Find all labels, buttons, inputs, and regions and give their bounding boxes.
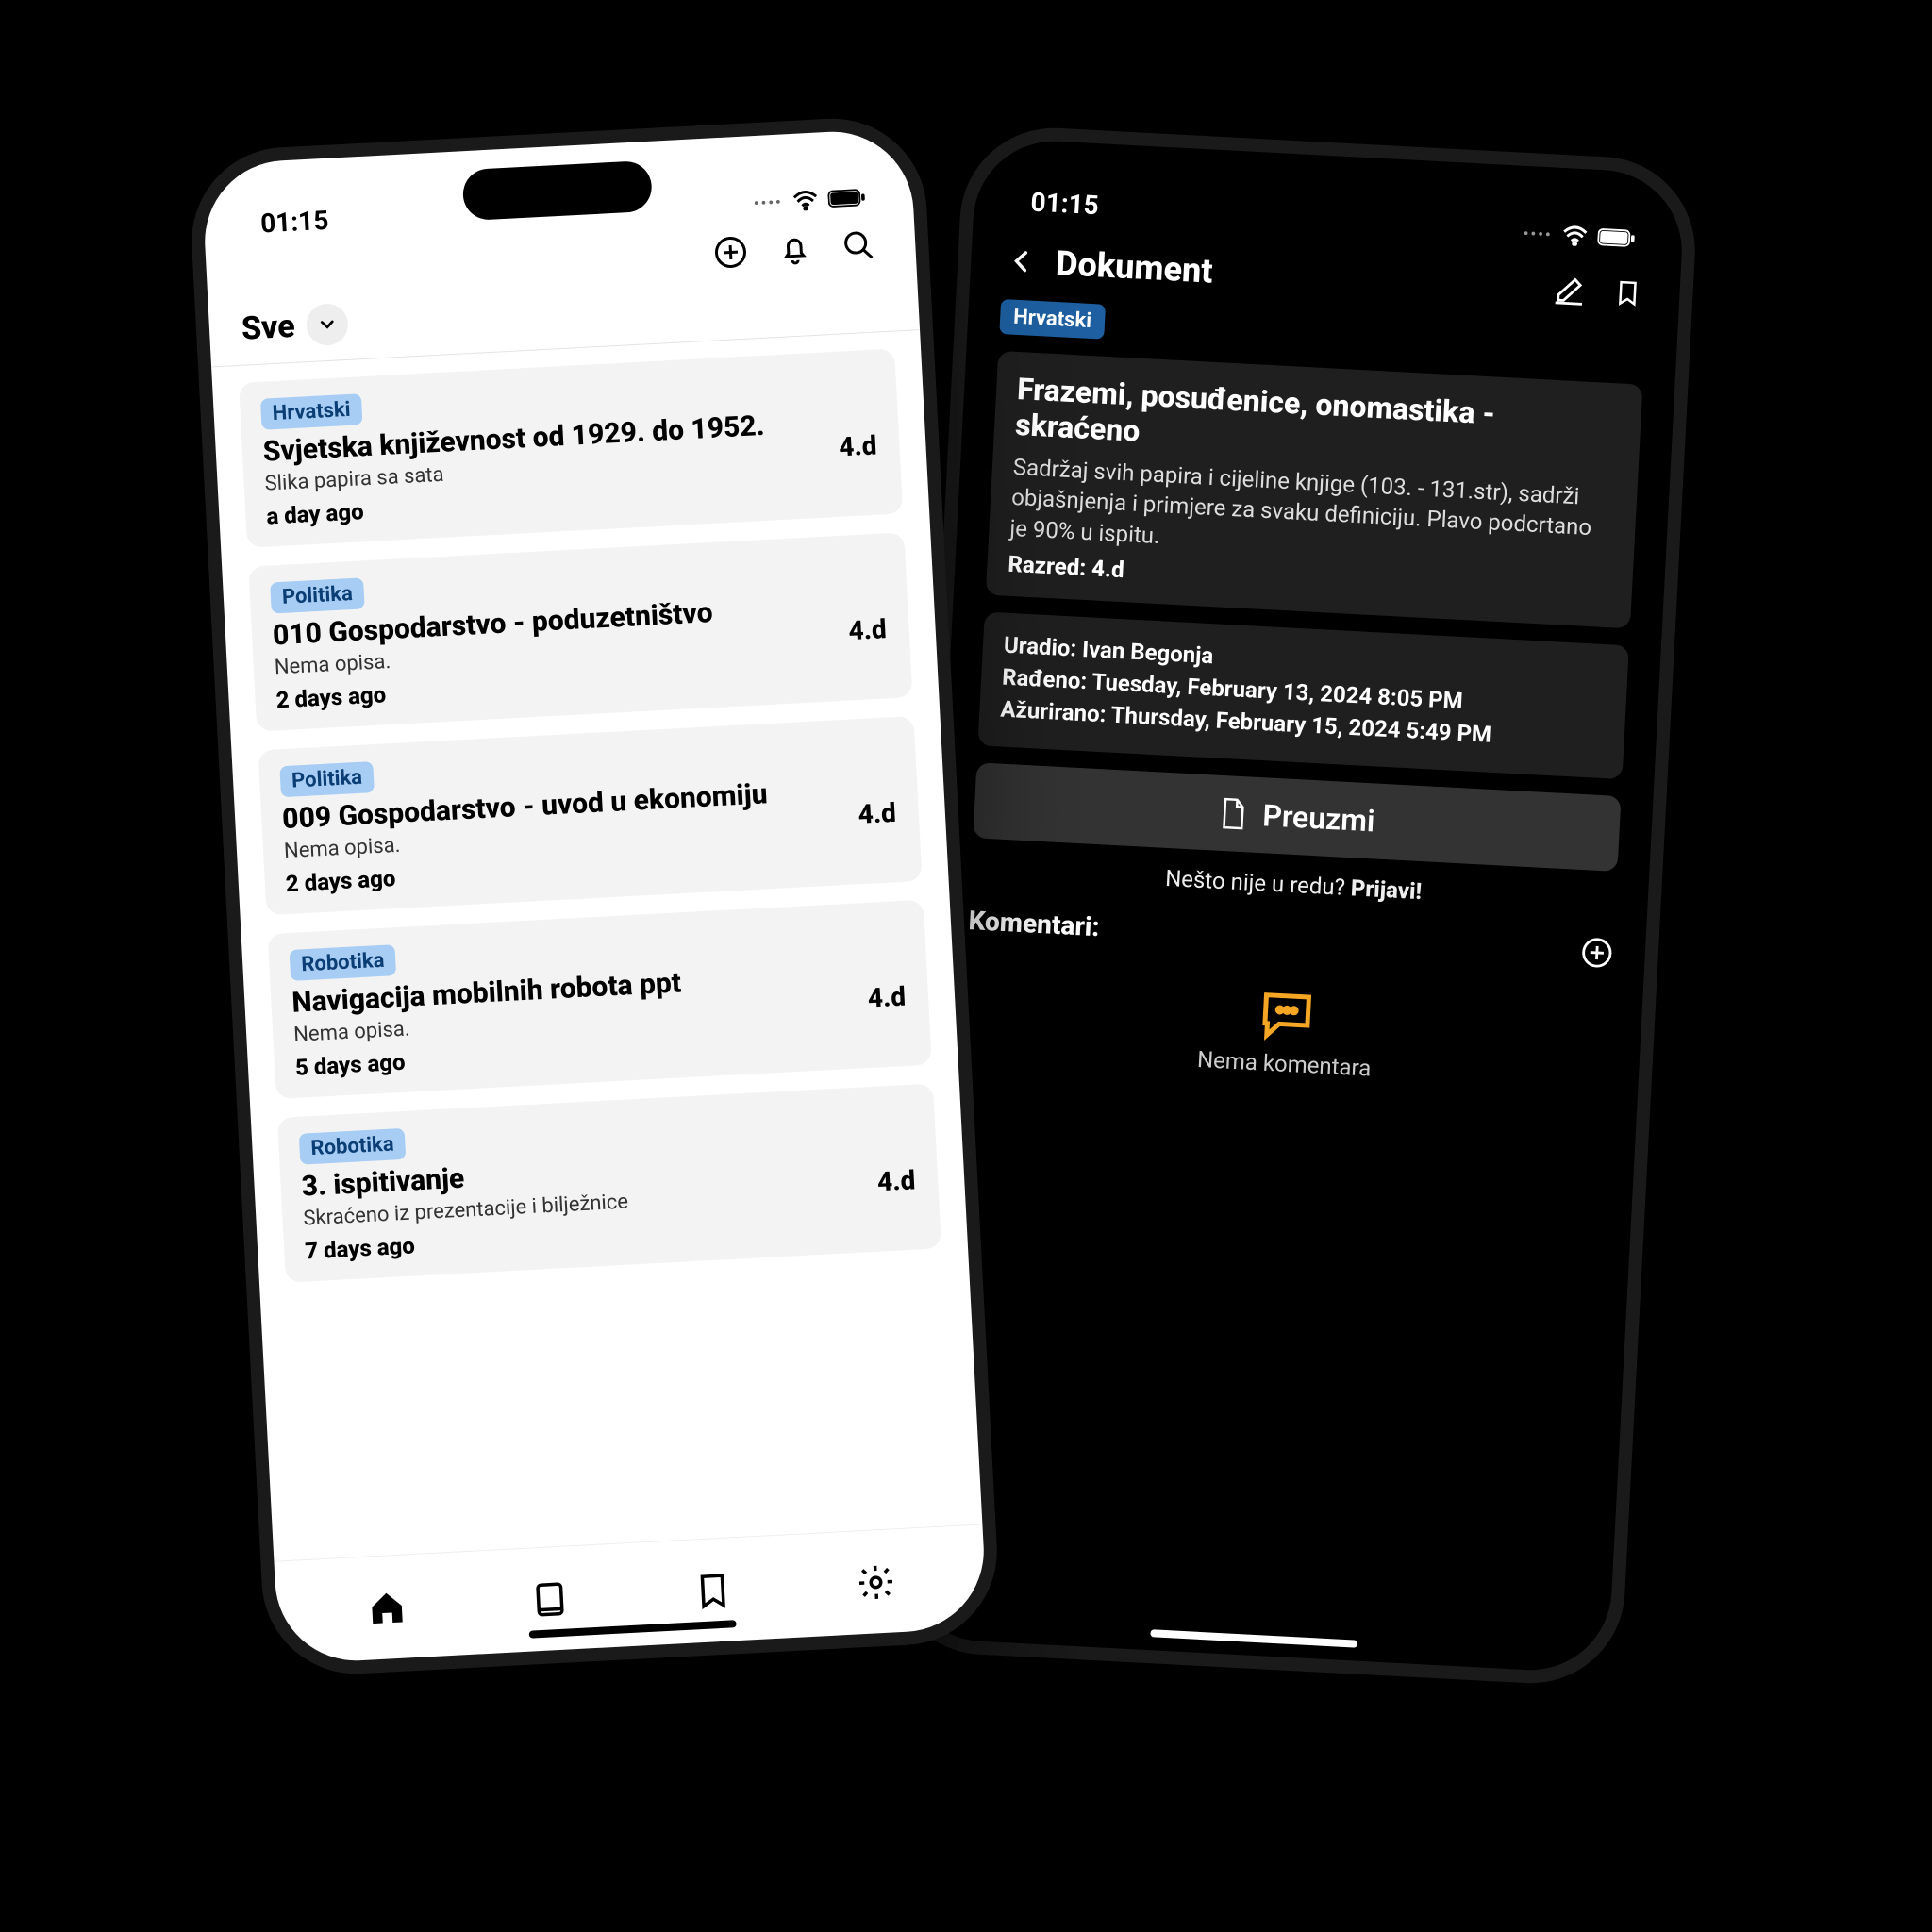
document-meta-card: Uradio: Ivan Begonja Rađeno: Tuesday, Fe… — [977, 612, 1628, 780]
comments-label: Komentari: — [968, 905, 1101, 942]
signal-dots-icon: •••• — [1523, 224, 1553, 243]
download-button[interactable]: Preuzmi — [973, 762, 1621, 872]
card-grade: 4.d — [858, 796, 897, 829]
card-grade: 4.d — [876, 1164, 916, 1197]
nav-settings-icon[interactable] — [855, 1561, 896, 1603]
nav-bookmarks-icon[interactable] — [691, 1570, 733, 1611]
card-grade: 4.d — [867, 980, 907, 1013]
home-indicator — [1150, 1629, 1357, 1648]
notch — [1234, 170, 1425, 230]
card-tag: Robotika — [299, 1128, 407, 1165]
card-tag: Politika — [279, 761, 374, 797]
back-icon[interactable] — [1008, 247, 1036, 275]
add-icon[interactable] — [713, 235, 749, 271]
feed-card[interactable]: Robotika3. ispitivanjeSkraćeno iz prezen… — [277, 1083, 941, 1282]
phone-dark-mockup: 01:15 •••• Dokument — [885, 124, 1700, 1689]
filter-label: Sve — [241, 308, 296, 348]
card-tag: Robotika — [290, 944, 397, 981]
notch — [462, 160, 654, 221]
chevron-down-icon — [316, 313, 338, 335]
phone-light-mockup: 01:15 •••• — [187, 114, 1002, 1679]
filter-dropdown-button[interactable] — [305, 303, 348, 346]
bell-icon[interactable] — [776, 231, 812, 267]
status-time: 01:15 — [1030, 186, 1100, 221]
edit-icon[interactable] — [1553, 274, 1587, 308]
comment-icon — [1257, 987, 1316, 1042]
card-grade: 4.d — [848, 613, 888, 646]
feed-card[interactable]: RobotikaNavigacija mobilnih robota pptNe… — [268, 900, 932, 1099]
feed-card[interactable]: HrvatskiSvjetska književnost od 1929. do… — [239, 349, 903, 548]
wifi-icon — [791, 190, 819, 211]
page-title: Dokument — [1055, 243, 1213, 291]
subject-tag: Hrvatski — [999, 299, 1106, 340]
no-comments-placeholder: Nema komentara — [961, 972, 1610, 1094]
feed-card[interactable]: Politika009 Gospodarstvo - uvod u ekonom… — [258, 716, 922, 915]
wifi-icon — [1561, 225, 1589, 246]
download-label: Preuzmi — [1261, 797, 1375, 839]
battery-icon — [827, 188, 866, 208]
document-summary-card: Frazemi, posuđenice, onomastika - skraće… — [986, 351, 1643, 629]
nav-home-icon[interactable] — [366, 1587, 408, 1628]
card-tag: Hrvatski — [260, 393, 362, 430]
battery-icon — [1597, 227, 1636, 248]
nav-library-icon[interactable] — [528, 1578, 570, 1620]
feed-card[interactable]: Politika010 Gospodarstvo - poduzetništvo… — [248, 532, 912, 731]
bookmark-icon[interactable] — [1613, 276, 1643, 310]
card-tag: Politika — [270, 577, 364, 613]
feed-list[interactable]: HrvatskiSvjetska književnost od 1929. do… — [211, 330, 982, 1561]
add-comment-icon[interactable] — [1580, 936, 1614, 970]
file-icon — [1219, 796, 1249, 832]
card-grade: 4.d — [838, 429, 877, 462]
search-icon[interactable] — [841, 227, 876, 263]
status-time: 01:15 — [259, 205, 329, 240]
signal-dots-icon: •••• — [753, 192, 783, 212]
